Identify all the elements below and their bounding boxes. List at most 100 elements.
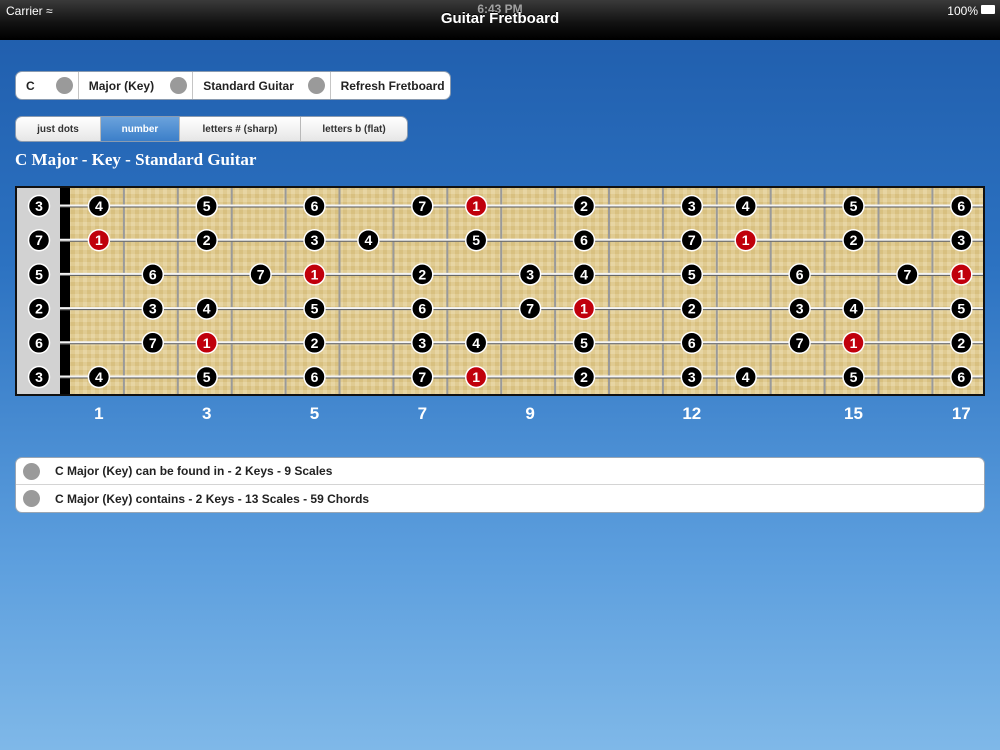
- root-note-marker: 1: [950, 263, 973, 286]
- fret-wire: [715, 188, 718, 394]
- fret-number: 7: [417, 404, 428, 423]
- nut: [60, 188, 70, 394]
- svg-text:3: 3: [957, 232, 965, 248]
- svg-text:4: 4: [580, 266, 588, 282]
- fret-wire: [608, 188, 610, 394]
- key-selector[interactable]: C: [16, 72, 79, 99]
- info-row-contains[interactable]: C Major (Key) contains - 2 Keys - 13 Sca…: [16, 485, 984, 512]
- scale-note-marker: 3: [303, 228, 326, 252]
- svg-text:2: 2: [957, 335, 965, 351]
- open-string-note: 5: [27, 263, 51, 286]
- scale-note-marker: 5: [842, 365, 865, 389]
- scale-note-marker: 4: [87, 365, 111, 389]
- info-text: C Major (Key) can be found in - 2 Keys -…: [55, 464, 333, 478]
- svg-text:4: 4: [95, 198, 103, 214]
- scale-note-marker: 4: [464, 331, 488, 355]
- scale-note-marker: 7: [518, 297, 542, 320]
- fret-wire: [661, 188, 664, 394]
- fret-number: 3: [201, 404, 212, 423]
- svg-text:2: 2: [580, 198, 588, 214]
- tuning-selector[interactable]: Standard Guitar: [193, 72, 331, 99]
- scale-note-marker: 6: [572, 228, 596, 252]
- fret-wire: [392, 188, 395, 394]
- mode-letters-sharp[interactable]: letters # (sharp): [180, 117, 301, 141]
- open-string-column: [17, 188, 60, 394]
- svg-text:3: 3: [35, 198, 43, 214]
- svg-text:6: 6: [311, 369, 319, 385]
- svg-text:6: 6: [957, 198, 965, 214]
- fret-wire: [554, 188, 557, 394]
- svg-text:3: 3: [688, 198, 696, 214]
- open-string-note: 3: [27, 194, 51, 218]
- svg-text:6: 6: [311, 198, 319, 214]
- scale-note-marker: 6: [303, 194, 326, 218]
- svg-text:3: 3: [526, 266, 534, 282]
- svg-text:5: 5: [850, 369, 858, 385]
- svg-text:1: 1: [850, 335, 858, 351]
- fret-number: 15: [844, 404, 863, 423]
- tuning-disclosure-icon: [307, 77, 325, 94]
- info-row-found-in[interactable]: C Major (Key) can be found in - 2 Keys -…: [16, 458, 984, 485]
- scale-note-marker: 4: [195, 297, 218, 320]
- display-mode-control: just dots number letters # (sharp) lette…: [15, 116, 408, 142]
- svg-text:1: 1: [95, 232, 103, 248]
- scale-note-marker: 3: [411, 331, 434, 355]
- fret-wire: [769, 188, 772, 394]
- scale-note-marker: 5: [195, 365, 218, 389]
- svg-text:7: 7: [688, 232, 696, 248]
- svg-text:1: 1: [472, 369, 480, 385]
- fret-wire: [338, 188, 341, 394]
- svg-text:3: 3: [796, 301, 804, 317]
- mode-just-dots[interactable]: just dots: [16, 117, 101, 141]
- refresh-fretboard-button[interactable]: Refresh Fretboard: [331, 72, 450, 99]
- fret-wire: [122, 188, 125, 394]
- info-disclosure-icon: [23, 490, 40, 507]
- scale-note-marker: 6: [950, 194, 973, 218]
- svg-text:6: 6: [580, 232, 588, 248]
- fret-wire: [500, 188, 503, 394]
- svg-text:5: 5: [850, 198, 858, 214]
- mode-number[interactable]: number: [101, 117, 180, 141]
- open-string-note: 6: [27, 331, 51, 355]
- svg-text:1: 1: [957, 266, 965, 282]
- svg-text:2: 2: [418, 266, 426, 282]
- svg-text:4: 4: [95, 369, 103, 385]
- svg-text:5: 5: [35, 266, 43, 282]
- scale-note-marker: 5: [950, 297, 973, 320]
- svg-text:2: 2: [580, 369, 588, 385]
- scale-note-marker: 2: [842, 228, 865, 252]
- root-note-marker: 1: [464, 194, 488, 218]
- scale-note-marker: 2: [950, 331, 973, 355]
- info-text: C Major (Key) contains - 2 Keys - 13 Sca…: [55, 491, 370, 506]
- svg-text:6: 6: [35, 335, 43, 351]
- svg-text:6: 6: [957, 369, 965, 385]
- scale-selector-bar: C Major (Key) Standard Guitar Refresh Fr…: [15, 71, 451, 100]
- scale-selector[interactable]: Major (Key): [79, 72, 194, 99]
- svg-text:4: 4: [365, 232, 373, 248]
- fret-wire: [230, 188, 233, 394]
- scale-note-marker: 2: [411, 263, 434, 286]
- svg-text:3: 3: [688, 369, 696, 385]
- fret-wire: [176, 188, 179, 394]
- open-string-note: 7: [27, 228, 51, 252]
- scale-note-marker: 7: [411, 365, 434, 389]
- svg-text:7: 7: [149, 335, 157, 351]
- scale-note-marker: 3: [141, 297, 165, 320]
- info-list: C Major (Key) can be found in - 2 Keys -…: [15, 457, 985, 513]
- svg-text:5: 5: [472, 232, 480, 248]
- svg-text:3: 3: [35, 369, 43, 385]
- scale-note-marker: 3: [950, 228, 973, 252]
- svg-text:4: 4: [850, 301, 858, 317]
- scale-note-marker: 3: [680, 365, 704, 389]
- svg-text:7: 7: [418, 369, 426, 385]
- scale-note-marker: 6: [788, 263, 811, 286]
- fret-number-row: 1 3 5 7 9 12 15 17: [0, 404, 1000, 426]
- mode-letters-flat[interactable]: letters b (flat): [301, 117, 407, 141]
- root-note-marker: 1: [572, 297, 596, 320]
- svg-text:3: 3: [311, 232, 319, 248]
- svg-text:1: 1: [472, 198, 480, 214]
- scale-note-marker: 5: [303, 297, 326, 320]
- fretboard: 3 4 5 6 7 1 2 3 4 5 6 7 1 2 3 4 5 6 7 1 2 3 5 6 7 1 2 3 4 5 6 7 1 2 3 4 5 6 7 1…: [15, 186, 985, 396]
- scale-note-marker: 2: [572, 194, 596, 218]
- navigation-bar: Carrier ≈ 6:43 PM 100% Guitar Fretboard: [0, 0, 1000, 40]
